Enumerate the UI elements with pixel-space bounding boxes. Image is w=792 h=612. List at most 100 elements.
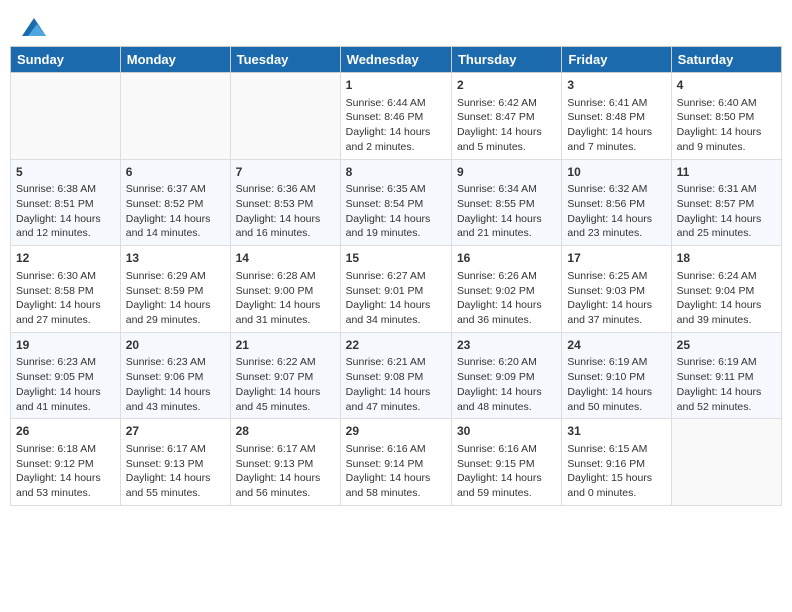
- day-number: 11: [677, 164, 776, 181]
- calendar-cell: 24Sunrise: 6:19 AMSunset: 9:10 PMDayligh…: [562, 332, 671, 419]
- calendar-cell: 20Sunrise: 6:23 AMSunset: 9:06 PMDayligh…: [120, 332, 230, 419]
- calendar-cell: 16 Sunrise: 6:26 AMSunset: 9:02 PMDayligh…: [451, 246, 561, 333]
- day-info: Sunrise: 6:41 AMSunset: 8:48 PMDaylight:…: [567, 96, 665, 155]
- calendar-cell: 29 Sunrise: 6:16 AMSunset: 9:14 PMDayligh…: [340, 419, 451, 506]
- day-number: 13: [126, 250, 225, 267]
- weekday-header-row: SundayMondayTuesdayWednesdayThursdayFrid…: [11, 47, 782, 73]
- day-info: Sunrise: 6:42 AMSunset: 8:47 PMDaylight:…: [457, 96, 556, 155]
- day-info: Sunrise: 6:21 AMSunset: 9:08 PMDaylight:…: [346, 355, 446, 414]
- day-info: Sunrise: 6:23 AMSunset: 9:05 PMDaylight:…: [16, 355, 115, 414]
- day-number: 25: [677, 337, 776, 354]
- day-number: 23: [457, 337, 556, 354]
- weekday-header-monday: Monday: [120, 47, 230, 73]
- weekday-header-saturday: Saturday: [671, 47, 781, 73]
- day-number: 28: [236, 423, 335, 440]
- day-number: 21: [236, 337, 335, 354]
- day-number: 29: [346, 423, 446, 440]
- day-info: Sunrise: 6:16 AMSunset: 9:14 PMDaylight:…: [346, 442, 446, 501]
- day-info: Sunrise: 6:20 AMSunset: 9:09 PMDaylight:…: [457, 355, 556, 414]
- calendar-cell: 3 Sunrise: 6:41 AMSunset: 8:48 PMDaylight…: [562, 73, 671, 160]
- calendar-cell: 17Sunrise: 6:25 AMSunset: 9:03 PMDayligh…: [562, 246, 671, 333]
- day-info: Sunrise: 6:25 AMSunset: 9:03 PMDaylight:…: [567, 269, 665, 328]
- calendar-cell: [11, 73, 121, 160]
- day-number: 22: [346, 337, 446, 354]
- calendar-cell: 28 Sunrise: 6:17 AMSunset: 9:13 PMDayligh…: [230, 419, 340, 506]
- calendar-cell: 5Sunrise: 6:38 AMSunset: 8:51 PMDaylight…: [11, 159, 121, 246]
- calendar-cell: 26 Sunrise: 6:18 AMSunset: 9:12 PMDayligh…: [11, 419, 121, 506]
- day-info: Sunrise: 6:19 AMSunset: 9:11 PMDaylight:…: [677, 355, 776, 414]
- weekday-header-friday: Friday: [562, 47, 671, 73]
- day-number: 3: [567, 77, 665, 94]
- day-number: 20: [126, 337, 225, 354]
- day-info: Sunrise: 6:31 AMSunset: 8:57 PMDaylight:…: [677, 182, 776, 241]
- calendar-cell: 10Sunrise: 6:32 AMSunset: 8:56 PMDayligh…: [562, 159, 671, 246]
- day-info: Sunrise: 6:44 AMSunset: 8:46 PMDaylight:…: [346, 96, 446, 155]
- day-info: Sunrise: 6:19 AMSunset: 9:10 PMDaylight:…: [567, 355, 665, 414]
- day-number: 18: [677, 250, 776, 267]
- day-info: Sunrise: 6:15 AMSunset: 9:16 PMDaylight:…: [567, 442, 665, 501]
- calendar-cell: 22Sunrise: 6:21 AMSunset: 9:08 PMDayligh…: [340, 332, 451, 419]
- calendar-table: SundayMondayTuesdayWednesdayThursdayFrid…: [10, 46, 782, 506]
- calendar-cell: [671, 419, 781, 506]
- logo: [20, 18, 46, 36]
- day-number: 7: [236, 164, 335, 181]
- page-header: [10, 10, 782, 42]
- calendar-cell: 7Sunrise: 6:36 AMSunset: 8:53 PMDaylight…: [230, 159, 340, 246]
- day-number: 2: [457, 77, 556, 94]
- day-number: 4: [677, 77, 776, 94]
- calendar-cell: 9Sunrise: 6:34 AMSunset: 8:55 PMDaylight…: [451, 159, 561, 246]
- calendar-cell: [120, 73, 230, 160]
- day-info: Sunrise: 6:34 AMSunset: 8:55 PMDaylight:…: [457, 182, 556, 241]
- day-info: Sunrise: 6:23 AMSunset: 9:06 PMDaylight:…: [126, 355, 225, 414]
- calendar-week-row: 12Sunrise: 6:30 AMSunset: 8:58 PMDayligh…: [11, 246, 782, 333]
- calendar-week-row: 26 Sunrise: 6:18 AMSunset: 9:12 PMDayligh…: [11, 419, 782, 506]
- day-info: Sunrise: 6:37 AMSunset: 8:52 PMDaylight:…: [126, 182, 225, 241]
- day-number: 16: [457, 250, 556, 267]
- day-number: 8: [346, 164, 446, 181]
- weekday-header-sunday: Sunday: [11, 47, 121, 73]
- calendar-cell: 4 Sunrise: 6:40 AMSunset: 8:50 PMDaylight…: [671, 73, 781, 160]
- day-number: 6: [126, 164, 225, 181]
- calendar-cell: 13 Sunrise: 6:29 AMSunset: 8:59 PMDayligh…: [120, 246, 230, 333]
- calendar-week-row: 1 Sunrise: 6:44 AMSunset: 8:46 PMDaylight…: [11, 73, 782, 160]
- day-info: Sunrise: 6:18 AMSunset: 9:12 PMDaylight:…: [16, 442, 115, 501]
- day-info: Sunrise: 6:26 AMSunset: 9:02 PMDaylight:…: [457, 269, 556, 328]
- calendar-cell: [230, 73, 340, 160]
- day-number: 9: [457, 164, 556, 181]
- day-number: 1: [346, 77, 446, 94]
- day-number: 14: [236, 250, 335, 267]
- day-info: Sunrise: 6:16 AMSunset: 9:15 PMDaylight:…: [457, 442, 556, 501]
- calendar-week-row: 5Sunrise: 6:38 AMSunset: 8:51 PMDaylight…: [11, 159, 782, 246]
- calendar-cell: 23Sunrise: 6:20 AMSunset: 9:09 PMDayligh…: [451, 332, 561, 419]
- day-info: Sunrise: 6:24 AMSunset: 9:04 PMDaylight:…: [677, 269, 776, 328]
- calendar-week-row: 19Sunrise: 6:23 AMSunset: 9:05 PMDayligh…: [11, 332, 782, 419]
- calendar-cell: 18 Sunrise: 6:24 AMSunset: 9:04 PMDayligh…: [671, 246, 781, 333]
- day-info: Sunrise: 6:17 AMSunset: 9:13 PMDaylight:…: [126, 442, 225, 501]
- calendar-cell: 21Sunrise: 6:22 AMSunset: 9:07 PMDayligh…: [230, 332, 340, 419]
- day-number: 26: [16, 423, 115, 440]
- day-info: Sunrise: 6:29 AMSunset: 8:59 PMDaylight:…: [126, 269, 225, 328]
- calendar-cell: 12Sunrise: 6:30 AMSunset: 8:58 PMDayligh…: [11, 246, 121, 333]
- calendar-cell: 1 Sunrise: 6:44 AMSunset: 8:46 PMDaylight…: [340, 73, 451, 160]
- day-number: 5: [16, 164, 115, 181]
- calendar-cell: 15 Sunrise: 6:27 AMSunset: 9:01 PMDayligh…: [340, 246, 451, 333]
- weekday-header-thursday: Thursday: [451, 47, 561, 73]
- calendar-cell: 25Sunrise: 6:19 AMSunset: 9:11 PMDayligh…: [671, 332, 781, 419]
- day-number: 30: [457, 423, 556, 440]
- day-info: Sunrise: 6:27 AMSunset: 9:01 PMDaylight:…: [346, 269, 446, 328]
- day-info: Sunrise: 6:40 AMSunset: 8:50 PMDaylight:…: [677, 96, 776, 155]
- day-info: Sunrise: 6:35 AMSunset: 8:54 PMDaylight:…: [346, 182, 446, 241]
- day-info: Sunrise: 6:17 AMSunset: 9:13 PMDaylight:…: [236, 442, 335, 501]
- day-info: Sunrise: 6:30 AMSunset: 8:58 PMDaylight:…: [16, 269, 115, 328]
- calendar-cell: 11Sunrise: 6:31 AMSunset: 8:57 PMDayligh…: [671, 159, 781, 246]
- calendar-cell: 30 Sunrise: 6:16 AMSunset: 9:15 PMDayligh…: [451, 419, 561, 506]
- calendar-cell: 19Sunrise: 6:23 AMSunset: 9:05 PMDayligh…: [11, 332, 121, 419]
- day-number: 19: [16, 337, 115, 354]
- weekday-header-wednesday: Wednesday: [340, 47, 451, 73]
- day-number: 15: [346, 250, 446, 267]
- day-info: Sunrise: 6:38 AMSunset: 8:51 PMDaylight:…: [16, 182, 115, 241]
- weekday-header-tuesday: Tuesday: [230, 47, 340, 73]
- calendar-cell: 27Sunrise: 6:17 AMSunset: 9:13 PMDayligh…: [120, 419, 230, 506]
- calendar-cell: 2 Sunrise: 6:42 AMSunset: 8:47 PMDaylight…: [451, 73, 561, 160]
- day-info: Sunrise: 6:28 AMSunset: 9:00 PMDaylight:…: [236, 269, 335, 328]
